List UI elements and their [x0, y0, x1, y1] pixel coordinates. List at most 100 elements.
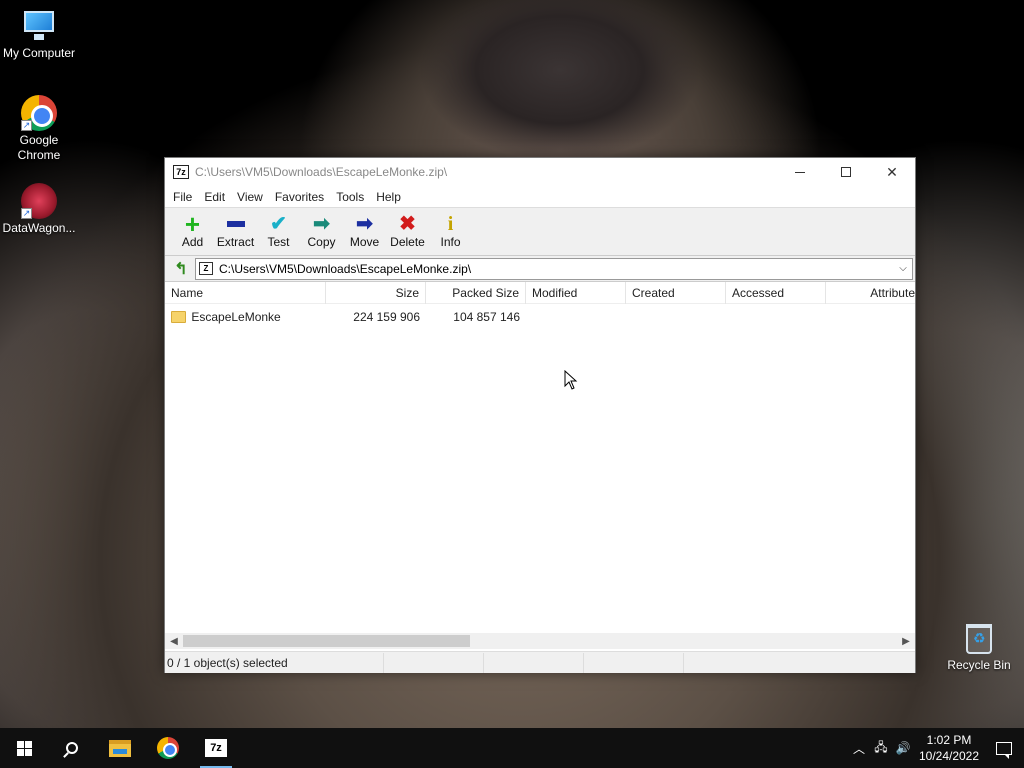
delete-button[interactable]: ✖ Delete — [386, 214, 429, 249]
status-cell-3 — [484, 652, 584, 673]
network-icon[interactable]: 🖧 — [870, 738, 892, 759]
volume-icon[interactable]: 🔊 — [892, 741, 914, 755]
delete-button-label: Delete — [390, 235, 425, 249]
extract-button-label: Extract — [216, 235, 255, 249]
move-button-label: Move — [349, 235, 380, 249]
file-name: EscapeLeMonke — [191, 310, 281, 324]
desktop-icon-datawagon[interactable]: ↗ DataWagon... — [0, 183, 78, 236]
menu-favorites[interactable]: Favorites — [269, 190, 330, 204]
file-explorer-icon — [109, 739, 131, 757]
system-tray: ︿ 🖧 🔊 1:02 PM 10/24/2022 — [848, 728, 1024, 768]
column-header-size[interactable]: Size — [326, 281, 426, 304]
file-created-cell — [626, 307, 726, 327]
extract-button[interactable]: Extract — [214, 214, 257, 249]
status-bar: 0 / 1 object(s) selected — [165, 651, 915, 673]
file-list[interactable]: EscapeLeMonke 224 159 906 104 857 146 — [165, 307, 915, 633]
minus-icon — [226, 221, 245, 227]
notification-icon — [996, 741, 1012, 759]
search-button[interactable] — [48, 728, 96, 768]
info-button[interactable]: i Info — [429, 214, 472, 249]
address-combobox[interactable]: Z C:\Users\VM5\Downloads\EscapeLeMonke.z… — [195, 257, 913, 280]
maximize-button[interactable] — [823, 158, 869, 186]
7zip-window: 7z C:\Users\VM5\Downloads\EscapeLeMonke.… — [164, 157, 916, 673]
close-button[interactable]: ✕ — [869, 158, 915, 186]
chrome-icon — [157, 737, 179, 759]
title-bar[interactable]: 7z C:\Users\VM5\Downloads\EscapeLeMonke.… — [165, 158, 915, 186]
list-item[interactable]: EscapeLeMonke 224 159 906 104 857 146 — [165, 307, 915, 327]
file-modified-cell — [526, 307, 626, 327]
computer-icon — [21, 8, 57, 44]
desktop-icon-google-chrome[interactable]: ↗ Google Chrome — [0, 95, 78, 163]
taskbar: 7z ︿ 🖧 🔊 1:02 PM 10/24/2022 — [0, 728, 1024, 768]
move-button[interactable]: ➡ Move — [343, 214, 386, 249]
address-path: C:\Users\VM5\Downloads\EscapeLeMonke.zip… — [219, 261, 472, 276]
column-header-created[interactable]: Created — [626, 281, 726, 304]
file-size-cell: 224 159 906 — [353, 310, 420, 324]
7zip-app-icon: 7z — [173, 165, 189, 179]
desktop-icon-label: Recycle Bin — [947, 658, 1011, 672]
status-cell-2 — [384, 652, 484, 673]
desktop-icon-label: My Computer — [2, 46, 76, 60]
column-header-packed-size[interactable]: Packed Size — [426, 281, 526, 304]
up-folder-icon: ↰ — [174, 260, 188, 278]
recycle-bin-icon — [966, 624, 992, 654]
file-name-cell: EscapeLeMonke — [165, 307, 326, 327]
menu-edit[interactable]: Edit — [198, 190, 231, 204]
file-attributes-cell — [826, 307, 915, 327]
info-button-label: Info — [440, 235, 461, 249]
clock[interactable]: 1:02 PM 10/24/2022 — [914, 732, 984, 764]
menu-file[interactable]: File — [167, 190, 198, 204]
scroll-left-icon[interactable]: ◀ — [165, 636, 183, 647]
desktop-icon-label: Chrome — [17, 148, 61, 162]
archive-icon: Z — [199, 262, 213, 275]
column-header-name[interactable]: Name — [165, 281, 326, 304]
copy-button[interactable]: ➡ Copy — [300, 214, 343, 249]
scroll-track[interactable] — [183, 634, 897, 648]
check-icon: ✔ — [270, 213, 287, 235]
add-button[interactable]: + Add — [171, 211, 214, 249]
copy-button-label: Copy — [307, 235, 336, 249]
scroll-right-icon[interactable]: ▶ — [897, 636, 915, 647]
minimize-button[interactable] — [777, 158, 823, 186]
windows-logo-icon — [16, 740, 32, 756]
minimize-icon — [795, 171, 805, 173]
chevron-up-icon[interactable]: ︿ — [848, 740, 870, 757]
test-button[interactable]: ✔ Test — [257, 214, 300, 249]
horizontal-scrollbar[interactable]: ◀ ▶ — [165, 633, 915, 649]
taskbar-chrome[interactable] — [144, 728, 192, 768]
column-header-modified[interactable]: Modified — [526, 281, 626, 304]
chevron-down-icon[interactable]: ⌵ — [894, 263, 912, 274]
status-selection: 0 / 1 object(s) selected — [165, 652, 384, 673]
menu-help[interactable]: Help — [370, 190, 407, 204]
delete-x-icon: ✖ — [399, 213, 416, 235]
column-header-attributes[interactable]: Attribute — [826, 282, 915, 304]
desktop-icon-recycle-bin[interactable]: Recycle Bin — [940, 624, 1018, 673]
taskbar-7zip[interactable]: 7z — [192, 728, 240, 768]
shortcut-arrow-icon: ↗ — [21, 208, 32, 219]
file-accessed-cell — [726, 307, 826, 327]
list-header: Name Size Packed Size Modified Created A… — [165, 281, 915, 304]
desktop-icon-label: DataWagon... — [2, 221, 76, 235]
search-icon — [66, 742, 78, 754]
file-packed-size-cell: 104 857 146 — [453, 310, 520, 324]
chrome-icon: ↗ — [21, 95, 57, 131]
start-button[interactable] — [0, 728, 48, 768]
menu-bar: File Edit View Favorites Tools Help — [165, 186, 915, 208]
test-button-label: Test — [267, 235, 290, 249]
column-header-accessed[interactable]: Accessed — [726, 281, 826, 304]
menu-view[interactable]: View — [231, 190, 269, 204]
taskbar-file-explorer[interactable] — [96, 728, 144, 768]
menu-tools[interactable]: Tools — [330, 190, 370, 204]
move-arrow-icon: ➡ — [356, 213, 373, 235]
desktop-icon-my-computer[interactable]: My Computer — [0, 8, 78, 61]
add-button-label: Add — [181, 235, 204, 249]
7zip-icon: 7z — [205, 739, 227, 757]
window-title: C:\Users\VM5\Downloads\EscapeLeMonke.zip… — [195, 165, 448, 179]
up-folder-button[interactable]: ↰ — [167, 258, 195, 280]
scroll-thumb[interactable] — [183, 635, 470, 647]
maximize-icon — [841, 167, 851, 177]
action-center-button[interactable] — [984, 741, 1024, 759]
toolbar: + Add Extract ✔ Test ➡ Copy ➡ Move ✖ Del… — [165, 208, 915, 256]
address-bar: ↰ Z C:\Users\VM5\Downloads\EscapeLeMonke… — [165, 256, 915, 282]
clock-time: 1:02 PM — [926, 733, 972, 747]
